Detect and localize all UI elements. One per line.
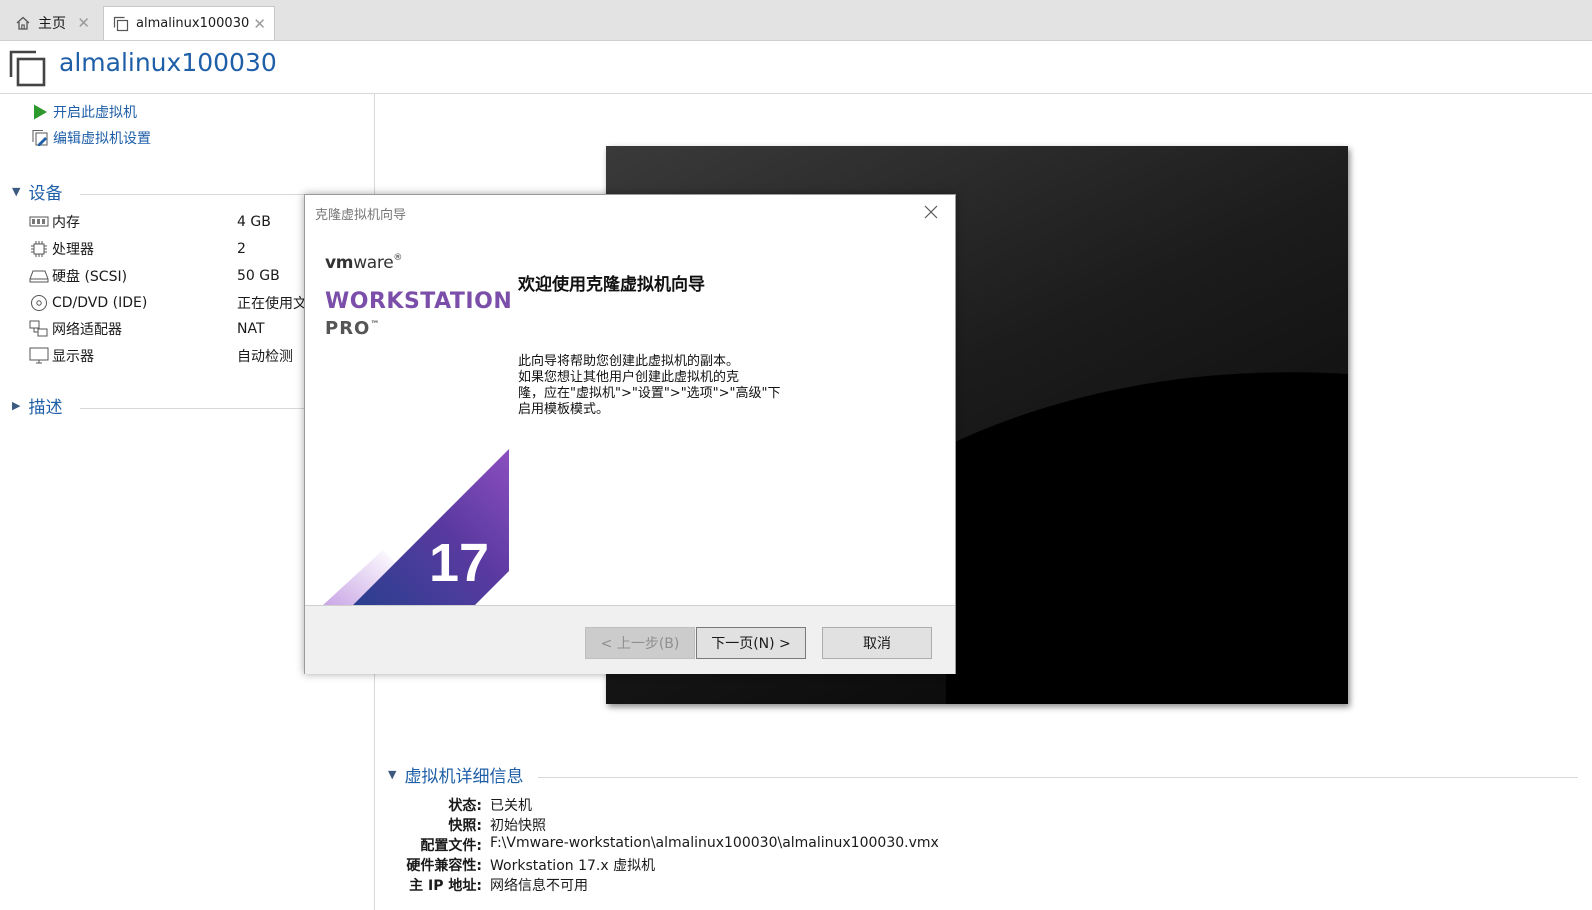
play-icon [30,102,50,122]
vm-large-icon [8,49,46,91]
processor-icon [29,240,49,258]
product-name: WORKSTATION [325,289,513,314]
power-on-vm-label: 开启此虚拟机 [53,105,137,121]
clone-wizard-dialog: 克隆虚拟机向导 vmware® WORKSTATION PRO™ 17 欢迎使用… [304,194,956,674]
vmware-logo: vmware® [325,253,403,273]
vm-details-section-toggle[interactable]: ▼ 虚拟机详细信息 [388,762,523,787]
dialog-body-text: 此向导将帮助您创建此虚拟机的副本。 如果您想让其他用户创建此虚拟机的克 隆，应在… [518,354,781,417]
device-name: 网络适配器 [52,322,122,338]
detail-key: 快照: [448,818,482,834]
chevron-down-icon: ▼ [388,768,397,781]
network-adapter-icon [29,320,49,338]
tab-bar: 主页 ✕ almalinux100030 ✕ [0,0,1592,41]
tab-vm[interactable]: almalinux100030 ✕ [103,6,275,40]
detail-key: 硬件兼容性: [406,858,482,874]
hard-disk-icon [29,267,49,285]
dialog-footer: < 上一步(B) 下一页(N) > 取消 [305,605,955,674]
detail-value: 初始快照 [490,818,546,834]
detail-key: 状态: [448,798,482,814]
edit-vm-settings-link[interactable]: 编辑虚拟机设置 [30,128,151,148]
detail-value: 已关机 [490,798,532,814]
edit-vm-settings-label: 编辑虚拟机设置 [53,131,151,147]
device-value: 2 [237,241,246,257]
memory-icon [29,213,49,231]
detail-key: 主 IP 地址: [409,878,482,894]
cd-dvd-icon [29,294,49,312]
chevron-right-icon: ▶ [12,399,21,412]
tab-vm-label: almalinux100030 [136,16,250,31]
display-icon [29,347,49,365]
device-name: CD/DVD (IDE) [52,295,148,311]
edit-settings-icon [30,128,50,148]
device-value: 自动检测 [237,349,293,365]
dialog-title: 克隆虚拟机向导 [315,208,407,223]
device-value: 50 GB [237,268,280,284]
detail-key: 配置文件: [420,838,482,854]
chevron-down-icon: ▼ [12,185,21,198]
close-icon[interactable]: ✕ [253,15,266,33]
devices-section-title: 设备 [28,184,63,204]
device-name: 硬盘 (SCSI) [52,269,128,285]
back-button[interactable]: < 上一步(B) [585,627,695,659]
version-number: 17 [429,533,489,593]
device-name: 内存 [52,215,80,231]
detail-value: Workstation 17.x 虚拟机 [490,858,656,874]
close-icon[interactable]: ✕ [77,14,90,32]
product-edition: PRO™ [325,318,381,339]
detail-row-hardware-compat: 硬件兼容性: Workstation 17.x 虚拟机 [380,855,1180,875]
tab-home-label: 主页 [38,16,66,32]
devices-section-toggle[interactable]: ▼ 设备 [12,179,62,204]
device-value: NAT [237,321,265,337]
section-divider [538,777,1578,778]
detail-row-snapshot: 快照: 初始快照 [380,815,1180,835]
device-name: 显示器 [52,349,94,365]
detail-row-state: 状态: 已关机 [380,795,1180,815]
vm-icon [112,15,130,33]
close-icon[interactable] [919,200,943,224]
description-section-title: 描述 [28,398,63,418]
device-name: 处理器 [52,242,94,258]
detail-row-config-file: 配置文件: F:\Vmware-workstation\almalinux100… [380,835,1180,855]
detail-value: 网络信息不可用 [490,878,588,894]
device-value: 4 GB [237,214,271,230]
version-17-graphic: 17 [323,449,509,605]
vm-header: almalinux100030 [0,41,1592,94]
dialog-heading: 欢迎使用克隆虚拟机向导 [518,275,705,295]
next-button[interactable]: 下一页(N) > [696,627,806,659]
device-value: 正在使用文 [237,296,307,312]
home-icon [14,14,32,32]
detail-row-ip-address: 主 IP 地址: 网络信息不可用 [380,875,1180,895]
page-title: almalinux100030 [59,48,277,77]
tab-home[interactable]: 主页 ✕ [6,6,98,40]
description-section-toggle[interactable]: ▶ 描述 [12,393,62,418]
power-on-vm-link[interactable]: 开启此虚拟机 [30,102,137,122]
detail-value: F:\Vmware-workstation\almalinux100030\al… [490,835,939,851]
cancel-button[interactable]: 取消 [822,627,932,659]
vm-details-title: 虚拟机详细信息 [404,767,524,787]
